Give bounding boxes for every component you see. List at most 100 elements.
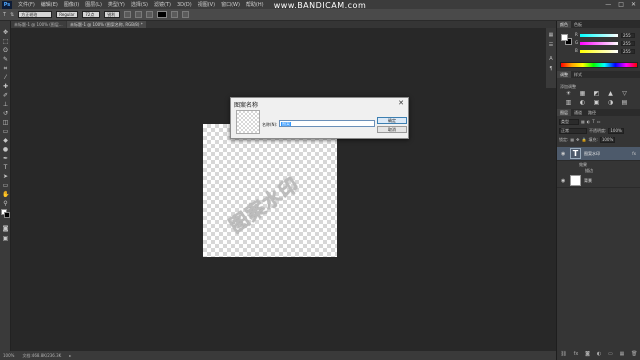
curves-icon[interactable]: ◩: [593, 91, 600, 97]
delete-layer-icon[interactable]: 🗑: [631, 351, 637, 357]
eyedropper-tool-icon[interactable]: ⁄: [2, 74, 9, 81]
filter-shape-icon[interactable]: ▭: [597, 119, 601, 124]
text-orientation-icon[interactable]: ⇅: [10, 12, 14, 18]
cancel-button[interactable]: 取消: [377, 126, 407, 133]
stamp-tool-icon[interactable]: ⊥: [2, 101, 9, 108]
gradient-tool-icon[interactable]: ▭: [2, 128, 9, 135]
color-spectrum[interactable]: [560, 62, 638, 68]
path-select-tool-icon[interactable]: ➤: [2, 173, 9, 180]
tab-layers[interactable]: 图层: [557, 109, 571, 116]
filter-adjust-icon[interactable]: ◐: [587, 119, 591, 124]
marquee-tool-icon[interactable]: ⬚: [2, 38, 9, 45]
red-slider[interactable]: [580, 34, 618, 37]
document-canvas[interactable]: 图案水印: [203, 124, 337, 257]
tab-swatches[interactable]: 色板: [571, 21, 585, 28]
tab-color[interactable]: 颜色: [557, 21, 571, 28]
new-adjustment-icon[interactable]: ◐: [597, 351, 601, 357]
green-value[interactable]: 255: [621, 41, 635, 46]
font-family-select[interactable]: 方正琥珀: [18, 11, 53, 18]
layer-name[interactable]: 背景: [584, 178, 592, 184]
status-menu-arrow-icon[interactable]: ▸: [69, 353, 71, 358]
add-mask-icon[interactable]: ◙: [585, 351, 590, 357]
paragraph-panel-icon[interactable]: ¶: [548, 66, 554, 72]
tab-paths[interactable]: 路径: [585, 109, 599, 116]
tab-adjustments[interactable]: 调整: [557, 71, 571, 78]
quick-select-tool-icon[interactable]: ✎: [2, 56, 9, 63]
align-right-icon[interactable]: [146, 11, 154, 18]
text-layer-thumbnail: T: [570, 148, 581, 159]
visibility-eye-icon[interactable]: ◉: [561, 151, 565, 157]
pattern-name-input[interactable]: 图案: [279, 120, 375, 127]
blend-mode-select[interactable]: 正常: [559, 127, 587, 134]
antialias-select[interactable]: 锐利: [104, 11, 121, 18]
document-tab-1[interactable]: 未标题-1 @ 100% (图层...: [11, 21, 66, 28]
layer-row-text[interactable]: ◉ T 图案水印 fx: [557, 147, 640, 161]
lock-pixels-icon[interactable]: ▦: [570, 137, 574, 142]
eraser-tool-icon[interactable]: ◫: [2, 119, 9, 126]
filter-pixel-icon[interactable]: ▦: [581, 119, 585, 124]
text-tool-icon[interactable]: T: [3, 12, 6, 18]
hue-saturation-icon[interactable]: ▥: [565, 100, 572, 106]
color-balance-icon[interactable]: ◐: [579, 100, 586, 106]
layer-fx-badge[interactable]: fx: [632, 151, 636, 156]
align-center-icon[interactable]: [135, 11, 143, 18]
fill-input[interactable]: 100%: [599, 136, 616, 143]
character-panel-icon[interactable]: A: [548, 56, 554, 62]
lock-label: 锁定:: [559, 136, 569, 142]
move-tool-icon[interactable]: ✥: [2, 29, 9, 36]
blue-slider[interactable]: [580, 50, 618, 53]
history-panel-icon[interactable]: ▦: [548, 32, 554, 38]
green-slider[interactable]: [580, 42, 618, 45]
properties-panel-icon[interactable]: ☰: [548, 42, 554, 48]
tab-styles[interactable]: 样式: [571, 71, 585, 78]
ok-button[interactable]: 确定: [377, 117, 407, 124]
visibility-eye-icon[interactable]: ◉: [561, 178, 565, 184]
vibrance-icon[interactable]: ▽: [621, 91, 628, 97]
warp-text-icon[interactable]: [171, 11, 179, 18]
font-size-select[interactable]: 72点: [82, 11, 101, 18]
align-left-icon[interactable]: [124, 11, 132, 18]
new-group-icon[interactable]: ▭: [608, 351, 613, 357]
screen-mode-icon[interactable]: ▣: [2, 235, 9, 242]
zoom-level[interactable]: 100%: [3, 353, 14, 358]
layer-style-icon[interactable]: fx: [574, 351, 579, 357]
layer-name[interactable]: 图案水印: [584, 151, 600, 157]
channel-mixer-icon[interactable]: ▤: [621, 100, 628, 106]
link-layers-icon[interactable]: ⛓: [560, 351, 566, 357]
brush-tool-icon[interactable]: ✐: [2, 92, 9, 99]
background-color-swatch[interactable]: [4, 212, 10, 218]
shape-tool-icon[interactable]: ▭: [2, 182, 9, 189]
red-value[interactable]: 255: [621, 33, 635, 38]
new-layer-icon[interactable]: ▦: [620, 351, 625, 357]
zoom-tool-icon[interactable]: ⚲: [2, 200, 9, 207]
quick-mask-icon[interactable]: ◙: [2, 225, 9, 232]
black-white-icon[interactable]: ▣: [593, 100, 600, 106]
lock-all-icon[interactable]: 🔒: [582, 137, 587, 142]
text-color-swatch[interactable]: [157, 11, 168, 18]
document-tab-2[interactable]: 未标题-1 @ 100% (图案名称, RGB/8) *: [67, 21, 146, 28]
hand-tool-icon[interactable]: ✋: [2, 191, 9, 198]
layer-row-background[interactable]: ◉ 背景: [557, 174, 640, 188]
blue-value[interactable]: 255: [621, 49, 635, 54]
pen-tool-icon[interactable]: ✒: [2, 155, 9, 162]
photo-filter-icon[interactable]: ◑: [607, 100, 614, 106]
levels-icon[interactable]: ▦: [579, 91, 586, 97]
dodge-tool-icon[interactable]: ●: [2, 146, 9, 153]
exposure-icon[interactable]: ▲: [607, 91, 614, 97]
font-style-select[interactable]: Regular: [56, 11, 79, 18]
lock-position-icon[interactable]: ✥: [576, 137, 579, 142]
type-tool-icon[interactable]: T: [2, 164, 9, 171]
opacity-input[interactable]: 100%: [608, 127, 624, 134]
healing-tool-icon[interactable]: ✚: [2, 83, 9, 90]
brightness-icon[interactable]: ☀: [565, 91, 572, 97]
lasso-tool-icon[interactable]: ʘ: [2, 47, 9, 54]
history-brush-tool-icon[interactable]: ↺: [2, 110, 9, 117]
filter-type-icon[interactable]: T: [592, 119, 594, 124]
dialog-close-icon[interactable]: ✕: [398, 99, 404, 107]
blur-tool-icon[interactable]: ◆: [2, 137, 9, 144]
character-panel-icon[interactable]: [182, 11, 190, 18]
panel-foreground-swatch[interactable]: [561, 34, 568, 41]
layer-kind-filter[interactable]: 类型: [559, 118, 579, 125]
crop-tool-icon[interactable]: ⌗: [2, 65, 9, 72]
tab-channels[interactable]: 通道: [571, 109, 585, 116]
